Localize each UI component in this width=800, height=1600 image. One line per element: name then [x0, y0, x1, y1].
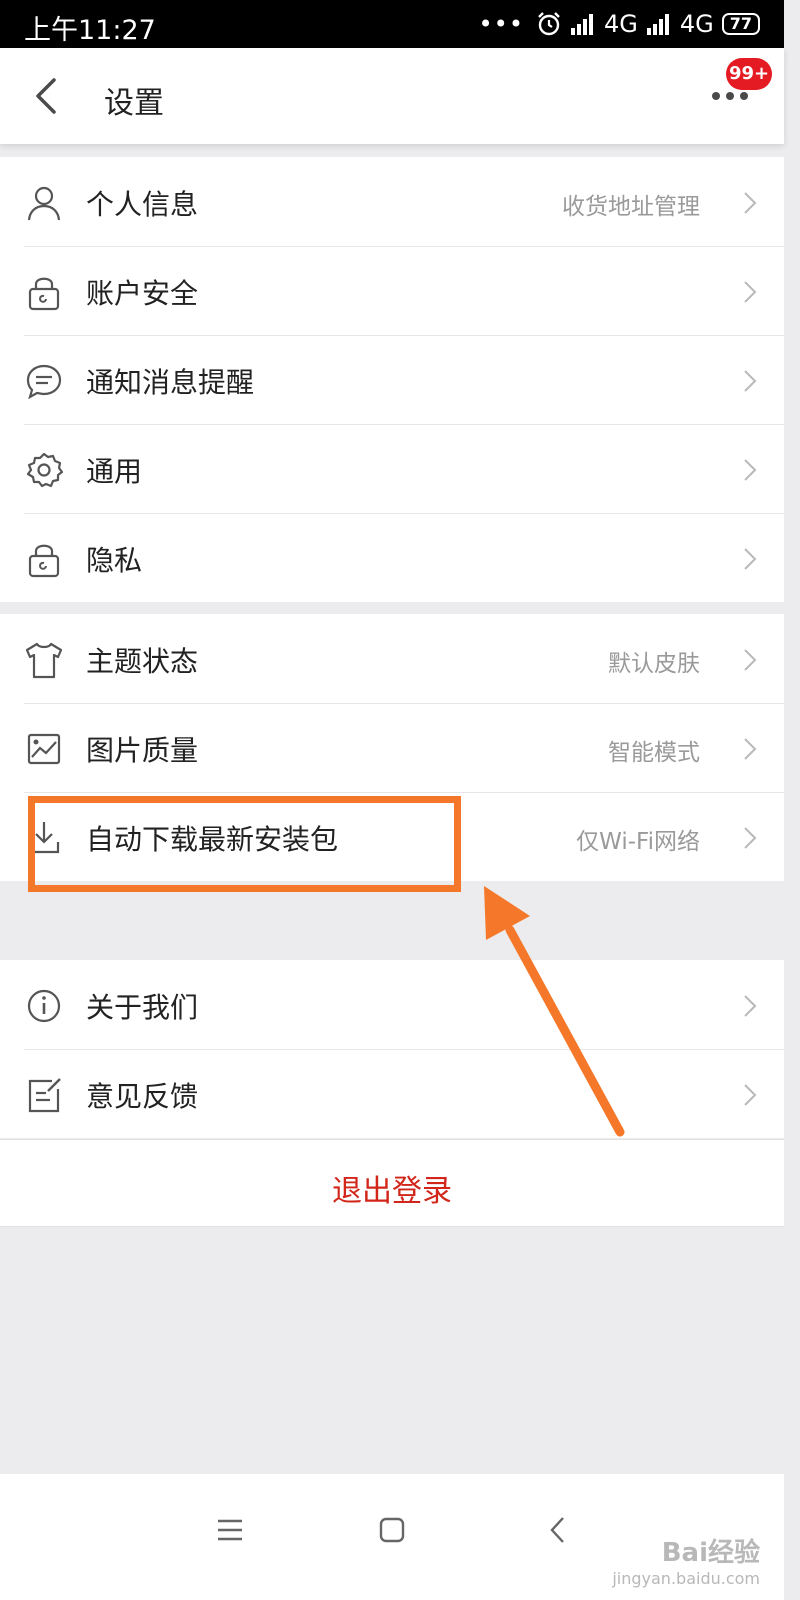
network-type-1: 4G: [603, 10, 638, 38]
menu-icon[interactable]: [208, 1508, 252, 1552]
feedback-icon: [28, 1078, 61, 1113]
row-label: 隐私: [86, 544, 143, 577]
watermark-logo: Bai经验: [661, 1538, 760, 1568]
gear-icon: [26, 452, 64, 488]
row-value: 智能模式: [608, 740, 700, 766]
row-value: 仅Wi-Fi网络: [576, 829, 700, 855]
chevron-right-icon: [744, 281, 757, 303]
settings-row-notifications[interactable]: 通知消息提醒: [0, 335, 784, 424]
annotation-arrow-icon: [484, 886, 625, 1137]
row-label: 个人信息: [86, 188, 199, 221]
logout-button[interactable]: 退出登录: [0, 1139, 784, 1227]
row-label: 通用: [86, 455, 143, 488]
chevron-right-icon: [744, 1084, 757, 1106]
settings-group-account: 个人信息 收货地址管理 账户安全 通知消息提醒 通用 隐私: [0, 157, 784, 602]
settings-row-general[interactable]: 通用: [0, 424, 784, 513]
row-label: 通知消息提醒: [86, 366, 255, 399]
chevron-right-icon: [744, 370, 757, 392]
row-label: 账户安全: [86, 277, 199, 310]
app-header: 设置: [0, 48, 784, 144]
system-nav-bar: Bai经验 jingyan.baidu.com: [0, 1474, 784, 1600]
more-dots-icon: [740, 92, 748, 100]
back-icon[interactable]: [28, 76, 68, 116]
notification-dots-icon: •••: [478, 10, 524, 38]
chevron-right-icon: [744, 649, 757, 671]
chevron-right-icon: [744, 827, 757, 849]
logout-label: 退出登录: [332, 1174, 452, 1209]
signal-icon: [646, 14, 669, 35]
settings-group-about: 关于我们 意见反馈: [0, 960, 784, 1138]
more-dots-icon: [712, 92, 720, 100]
row-value: 收货地址管理: [562, 194, 700, 220]
settings-row-account-security[interactable]: 账户安全: [0, 246, 784, 335]
image-icon: [27, 733, 61, 765]
back-nav-icon[interactable]: [536, 1508, 580, 1552]
page-title: 设置: [104, 86, 164, 121]
chevron-right-icon: [744, 548, 757, 570]
more-dots-icon: [726, 92, 734, 100]
settings-row-personal-info[interactable]: 个人信息 收货地址管理: [0, 157, 784, 246]
row-value: 默认皮肤: [608, 651, 700, 677]
alarm-icon: [538, 12, 560, 36]
tshirt-icon: [25, 642, 63, 679]
settings-row-privacy[interactable]: 隐私: [0, 513, 784, 602]
notification-badge: 99+: [726, 58, 773, 90]
highlight-annotation: [28, 796, 461, 892]
row-label: 图片质量: [86, 734, 199, 767]
settings-row-theme[interactable]: 主题状态 默认皮肤: [0, 614, 784, 703]
chevron-right-icon: [744, 459, 757, 481]
user-icon: [27, 186, 61, 221]
signal-icon: [570, 14, 593, 35]
status-indicators: ••• 4G 4G 77: [479, 10, 760, 38]
home-icon[interactable]: [370, 1508, 414, 1552]
lock-icon: [28, 544, 60, 578]
network-type-2: 4G: [679, 10, 714, 38]
status-bar: 上午11:27 ••• 4G 4G 77: [0, 0, 784, 48]
row-label: 意见反馈: [86, 1080, 199, 1113]
chat-bubble-icon: [26, 364, 62, 400]
info-icon: [27, 989, 61, 1023]
row-label: 主题状态: [86, 645, 199, 678]
settings-row-feedback[interactable]: 意见反馈: [0, 1049, 784, 1138]
battery-icon: 77: [721, 13, 760, 35]
watermark-url: jingyan.baidu.com: [612, 1569, 760, 1588]
chevron-right-icon: [744, 995, 757, 1017]
row-label: 关于我们: [86, 991, 199, 1024]
watermark: Bai经验 jingyan.baidu.com: [612, 1532, 760, 1588]
settings-row-about-us[interactable]: 关于我们: [0, 960, 784, 1049]
chevron-right-icon: [744, 192, 757, 214]
chevron-right-icon: [744, 738, 757, 760]
lock-icon: [28, 277, 60, 311]
status-time: 上午11:27: [24, 15, 156, 46]
settings-row-image-quality[interactable]: 图片质量 智能模式: [0, 703, 784, 792]
